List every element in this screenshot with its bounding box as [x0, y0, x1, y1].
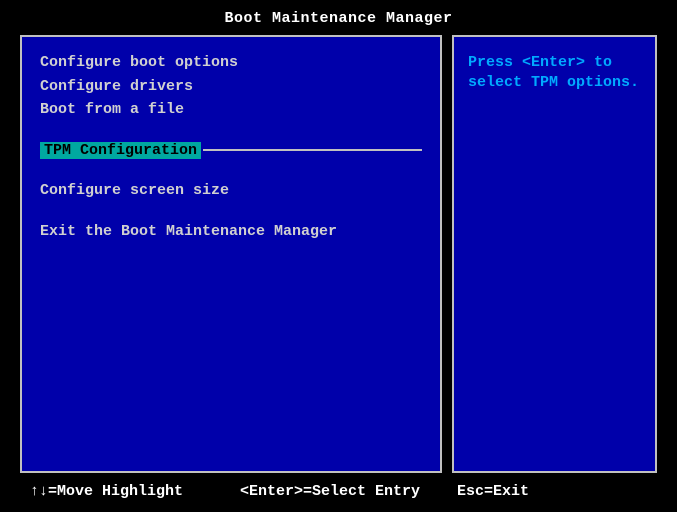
- help-panel: Press <Enter> to select TPM options.: [452, 35, 657, 473]
- menu-item-configure-screen-size[interactable]: Configure screen size: [40, 181, 422, 201]
- menu-panel: Configure boot options Configure drivers…: [20, 35, 442, 473]
- menu-group-boot: Configure boot options Configure drivers…: [40, 53, 422, 120]
- menu-group-screen: Configure screen size: [40, 181, 422, 201]
- menu-group-exit: Exit the Boot Maintenance Manager: [40, 222, 422, 242]
- help-text: Press <Enter> to select TPM options.: [468, 53, 641, 92]
- page-title: Boot Maintenance Manager: [0, 0, 677, 35]
- menu-item-tpm-configuration-row: TPM Configuration: [40, 142, 422, 159]
- menu-item-boot-from-file[interactable]: Boot from a file: [40, 100, 422, 120]
- footer-hint-move: ↑↓=Move Highlight: [30, 483, 240, 500]
- bios-screen: Boot Maintenance Manager Configure boot …: [0, 0, 677, 512]
- menu-item-exit[interactable]: Exit the Boot Maintenance Manager: [40, 222, 422, 242]
- footer-hint-select: <Enter>=Select Entry: [240, 483, 457, 500]
- help-line-2: select TPM options.: [468, 73, 641, 93]
- help-line-1: Press <Enter> to: [468, 53, 641, 73]
- menu-item-tpm-configuration[interactable]: TPM Configuration: [40, 142, 201, 159]
- footer-bar: ↑↓=Move Highlight <Enter>=Select Entry E…: [0, 473, 677, 512]
- main-area: Configure boot options Configure drivers…: [0, 35, 677, 473]
- footer-hint-exit: Esc=Exit: [457, 483, 647, 500]
- divider-line: [203, 149, 422, 151]
- menu-item-configure-drivers[interactable]: Configure drivers: [40, 77, 422, 97]
- menu-item-configure-boot-options[interactable]: Configure boot options: [40, 53, 422, 73]
